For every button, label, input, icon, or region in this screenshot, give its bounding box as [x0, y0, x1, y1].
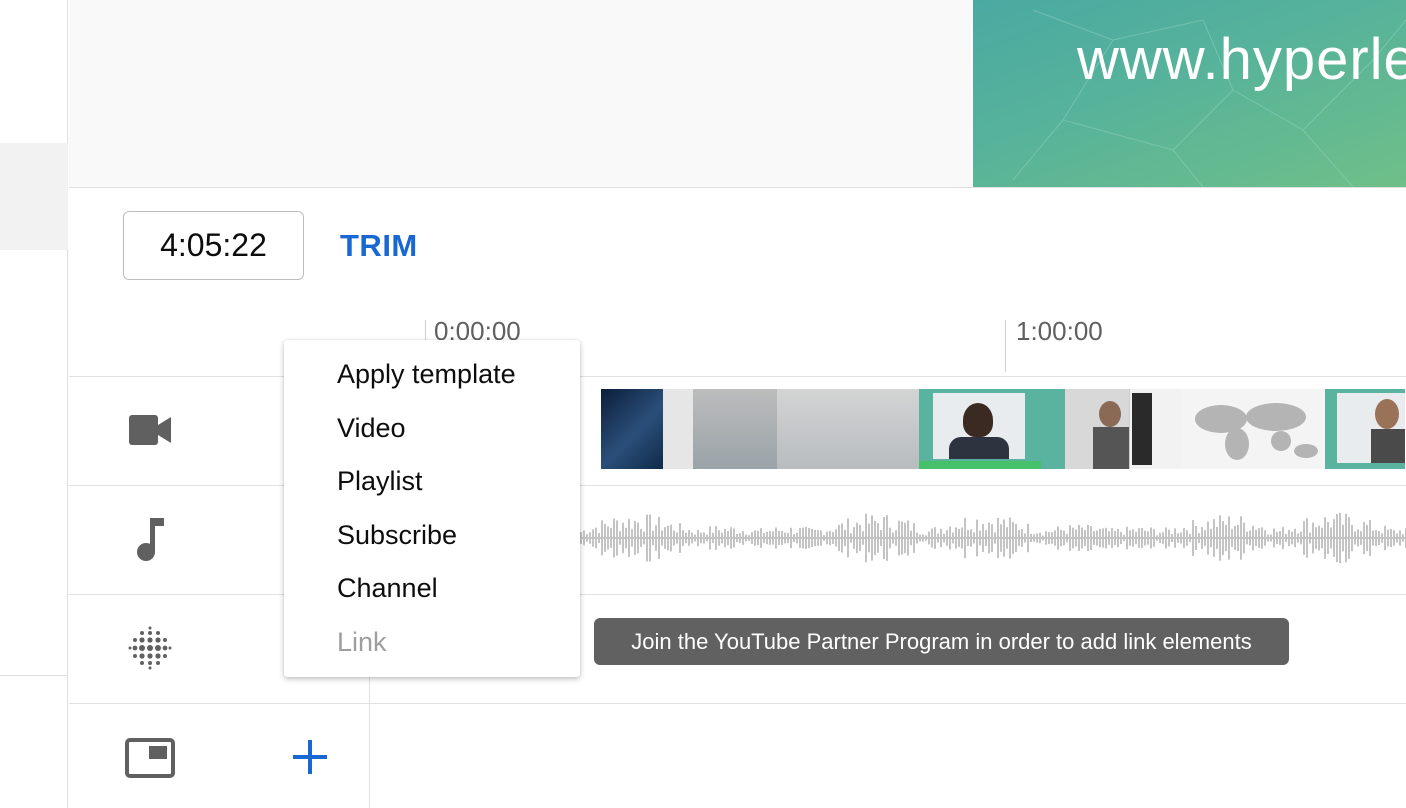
filmstrip-frame: [919, 389, 1041, 469]
add-element-button[interactable]: [289, 736, 331, 778]
menu-item-subscribe[interactable]: Subscribe: [284, 509, 580, 563]
add-element-menu: Apply template Video Playlist Subscribe …: [284, 340, 580, 677]
filmstrip-frame: [601, 389, 663, 469]
menu-item-playlist[interactable]: Playlist: [284, 455, 580, 509]
filmstrip-frame: [1065, 389, 1129, 469]
filmstrip-frame: [777, 389, 919, 469]
video-preview[interactable]: www.hyperle: [973, 0, 1406, 187]
video-filmstrip[interactable]: [601, 389, 1406, 469]
row-divider: [69, 703, 1406, 704]
preview-area: www.hyperle: [69, 0, 1406, 188]
row-divider: [69, 485, 1406, 486]
menu-item-channel[interactable]: Channel: [284, 562, 580, 616]
nav-divider: [0, 675, 68, 676]
audio-waveform[interactable]: [580, 508, 1406, 568]
picture-in-picture-icon: [124, 732, 176, 784]
ruler-tick: [1005, 320, 1006, 372]
filmstrip-frame: [693, 389, 777, 469]
timestamp-field[interactable]: 4:05:22: [123, 211, 304, 280]
video-camera-icon: [124, 404, 176, 456]
plus-icon: [293, 740, 327, 774]
filmstrip-frame: [1325, 389, 1405, 469]
left-nav-strip: [0, 0, 68, 808]
filmstrip-frame: [663, 389, 693, 469]
filmstrip-frame: [1129, 389, 1181, 469]
preview-url-text: www.hyperle: [1077, 27, 1406, 92]
menu-item-apply-template[interactable]: Apply template: [284, 348, 580, 402]
trim-button[interactable]: TRIM: [340, 228, 418, 264]
ruler-label: 1:00:00: [1016, 316, 1103, 346]
filmstrip-frame: [1041, 389, 1065, 469]
dots-grid-icon: [124, 622, 176, 674]
menu-item-video[interactable]: Video: [284, 402, 580, 456]
row-divider: [69, 376, 1406, 377]
nav-selected-highlight: [0, 143, 68, 250]
music-note-icon: [124, 513, 176, 565]
menu-item-link[interactable]: Link: [284, 616, 580, 670]
link-disabled-tooltip: Join the YouTube Partner Program in orde…: [594, 618, 1289, 665]
row-divider: [69, 594, 1406, 595]
filmstrip-frame: [1181, 389, 1325, 469]
